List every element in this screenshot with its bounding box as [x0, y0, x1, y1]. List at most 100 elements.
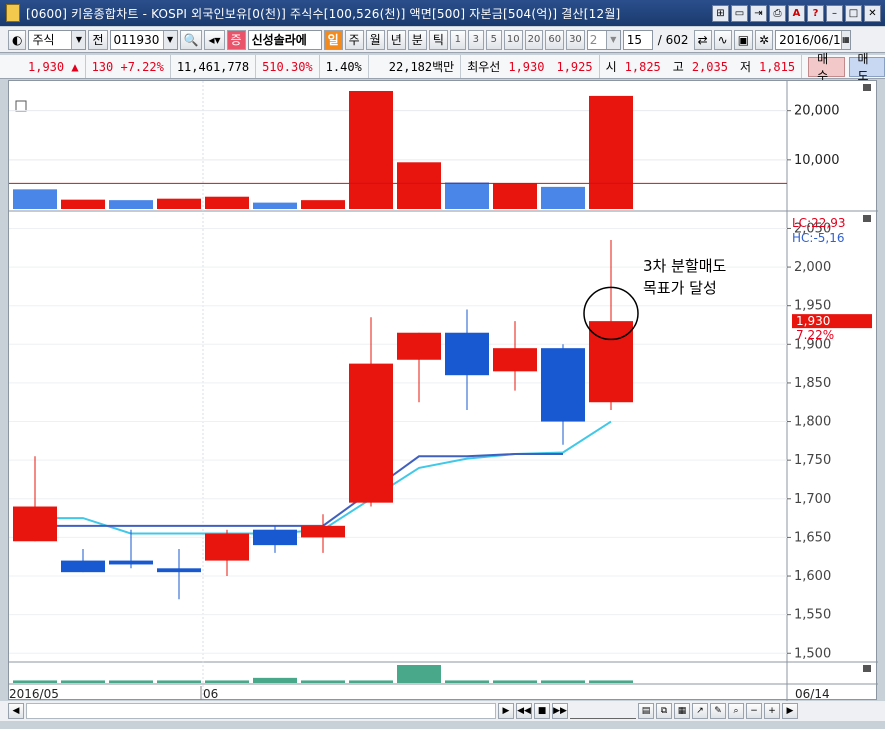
code-value: 011930 [113, 32, 160, 47]
candle-body [157, 568, 201, 573]
interval-20[interactable]: 20 [524, 29, 544, 50]
date-input[interactable]: 2016/06/1 ▦ [775, 29, 852, 50]
speed-slider[interactable] [570, 703, 636, 719]
prev-button[interactable]: 전 [88, 29, 108, 50]
interval-5[interactable]: 5 [485, 29, 502, 50]
interval-3[interactable]: 3 [467, 29, 484, 50]
price-tick-label: 1,850 [794, 376, 831, 391]
annotation-text-line1: 3차 분할매도 [643, 257, 727, 275]
bottom-indicator-bar [397, 665, 441, 683]
tab-period-tick[interactable]: 틱 [428, 29, 448, 50]
help-icon[interactable]: ? [807, 4, 824, 22]
volume-bar [205, 196, 249, 209]
chart-canvas[interactable]: 20,00010,0002,0502,0001,9501,9001,8501,8… [6, 81, 878, 701]
tab-period-week[interactable]: 주 [344, 29, 364, 50]
zoom-out-icon[interactable]: − [746, 703, 762, 719]
candle-body [589, 321, 633, 403]
minimize-button[interactable]: – [826, 4, 843, 22]
interval-value: 2 [589, 32, 598, 47]
scroll-right-icon[interactable]: ▶ [782, 703, 798, 719]
chevron-down-icon: ▼ [162, 30, 177, 49]
save-icon[interactable]: ▣ [733, 29, 754, 50]
price-tick-label: 2,000 [794, 260, 831, 275]
interval-10[interactable]: 10 [503, 29, 523, 50]
link-icon[interactable]: ⊞ [712, 4, 729, 22]
bottom-indicator-bar [445, 680, 489, 683]
turnover: 1.40% [320, 55, 369, 78]
print-icon[interactable]: ⎙ [769, 4, 786, 22]
volume-bar [397, 162, 441, 209]
swap-icon[interactable]: ⇄ [693, 29, 712, 50]
trade-amount: 22,182백만 [369, 55, 462, 78]
tab-period-day[interactable]: 일 [323, 29, 343, 50]
candle-body [541, 348, 585, 422]
play-icon[interactable]: ▶ [498, 703, 514, 719]
zoom-in-icon[interactable]: + [764, 703, 780, 719]
sound-icon[interactable]: ◂▾ [204, 29, 225, 50]
indicator-icon[interactable]: ∿ [713, 29, 732, 50]
bottom-indicator-bar [109, 680, 153, 683]
interval-1[interactable]: 1 [449, 29, 466, 50]
copy-icon[interactable]: ⧉ [656, 703, 672, 719]
x-axis-label: 2016/05 [9, 687, 59, 701]
scroll-left-icon[interactable]: ◀ [8, 703, 24, 719]
chevron-down-icon: ▼ [71, 30, 86, 49]
date-value: 2016/06/1 [779, 32, 841, 47]
margin-badge: 증 [226, 29, 246, 50]
count-input[interactable]: 15 [622, 29, 653, 50]
bottom-indicator-bar [541, 680, 585, 683]
price-tick-label: 1,950 [794, 299, 831, 314]
bottom-indicator-bar [589, 680, 633, 683]
chart-settings-icon[interactable]: ◐ [8, 29, 27, 50]
volume-tick-label: 20,000 [794, 104, 840, 119]
gear-icon[interactable]: ✲ [755, 29, 774, 50]
volume-tick-label: 10,000 [794, 153, 840, 168]
trend-icon[interactable]: ↗ [692, 703, 708, 719]
tab-period-minute[interactable]: 분 [407, 29, 427, 50]
interval-input[interactable]: 2 ▼ [586, 29, 621, 50]
grid-icon[interactable]: ▦ [674, 703, 690, 719]
draw-icon[interactable]: ✎ [710, 703, 726, 719]
scroll-track[interactable] [26, 703, 496, 719]
sell-button[interactable]: 매도 [848, 52, 885, 83]
price-tick-label: 1,500 [794, 646, 831, 661]
moving-average-long [35, 452, 563, 527]
price-tick-label: 1,650 [794, 530, 831, 545]
window-icon[interactable]: ▭ [731, 4, 748, 22]
volume-bar [61, 199, 105, 209]
pin-icon[interactable]: ⇥ [750, 4, 767, 22]
buy-button[interactable]: 매수 [808, 52, 845, 83]
ask-price: 1,930 [508, 59, 545, 74]
code-input[interactable]: 011930 ▼ [109, 29, 178, 50]
layout-icon[interactable]: ▤ [638, 703, 654, 719]
alert-icon[interactable]: A [788, 4, 805, 22]
volume-bar [541, 186, 585, 209]
tab-period-year[interactable]: 년 [386, 29, 406, 50]
chart-area[interactable]: 20,000 10,000 2,050 2,000 1,950 1,900 1,850 1,8… [6, 80, 878, 701]
volume: 11,461,778 [171, 55, 257, 78]
volume-bar [445, 182, 489, 209]
title-bar: [0600] 키움종합차트 - KOSPI 외국인보유[0(천)] 주식수[10… [0, 0, 885, 26]
rewind-icon[interactable]: ◀◀ [516, 703, 532, 719]
x-axis-label: 06 [203, 687, 218, 701]
tab-period-month[interactable]: 월 [365, 29, 385, 50]
bottom-indicator-bar [493, 680, 537, 683]
table-icon [15, 100, 27, 112]
hc-label: HC:-5,16 [792, 231, 845, 245]
bottom-indicator-bar [157, 680, 201, 683]
price-tick-label: 1,750 [794, 453, 831, 468]
chevron-down-icon: ▼ [605, 30, 620, 49]
close-button[interactable]: ✕ [864, 4, 881, 22]
zoom-icon[interactable]: ⌕ [728, 703, 744, 719]
interval-30[interactable]: 30 [566, 29, 585, 50]
total-count: / 602 [657, 32, 689, 47]
maximize-button[interactable]: □ [845, 4, 862, 22]
search-icon[interactable]: 🔍 [179, 29, 203, 50]
stop-icon[interactable]: ■ [534, 703, 550, 719]
price-tick-label: 1,550 [794, 608, 831, 623]
bottom-indicator-bar [13, 680, 57, 683]
interval-60[interactable]: 60 [545, 29, 565, 50]
chart-scrollbar[interactable]: ◀ ▶ ◀◀ ■ ▶▶ ▤ ⧉ ▦ ↗ ✎ ⌕ − + ▶ [0, 701, 885, 721]
market-type-select[interactable]: 주식 ▼ [28, 29, 87, 50]
forward-icon[interactable]: ▶▶ [552, 703, 568, 719]
